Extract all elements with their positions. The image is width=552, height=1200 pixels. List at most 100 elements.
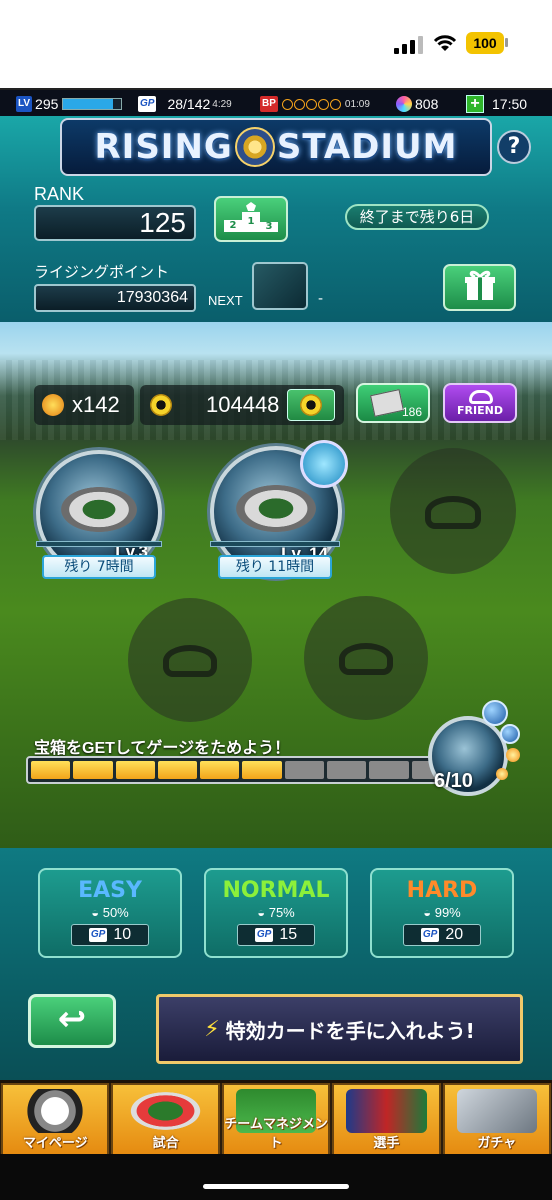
stadium-icon — [236, 484, 316, 532]
treasure-gauge-text: 宝箱をGETしてゲージをためよう！ — [34, 740, 291, 757]
bp-badge: BP — [260, 96, 278, 112]
gp-badge: GP — [138, 96, 157, 112]
card-count: 186 — [401, 405, 422, 419]
stadium-outline-icon — [469, 390, 493, 404]
medal-counter: 104448 — [140, 385, 344, 425]
difficulty-hard-button[interactable]: HARD ◒ 99% GP 20 — [370, 868, 514, 958]
battery-cap — [505, 38, 508, 47]
promo-banner[interactable]: ⚡ 特効カードを手に入れよう! — [156, 994, 523, 1064]
stadium-slot-4-empty[interactable] — [128, 598, 252, 722]
ball-count: x142 — [72, 392, 120, 417]
bp-display: BP 01:09 — [260, 94, 370, 114]
gp-badge: GP — [88, 928, 108, 942]
players-icon — [346, 1089, 427, 1133]
medal-exchange-icon — [300, 394, 323, 416]
empty-stadium-icon — [162, 645, 218, 678]
stadium-icon — [125, 1089, 206, 1133]
gauge-segment — [327, 761, 367, 779]
home-indicator[interactable] — [203, 1184, 349, 1189]
rank-label: RANK — [34, 184, 85, 204]
difficulty-easy-button[interactable]: EASY ◒ 50% GP 10 — [38, 868, 182, 958]
stadium-small-icon: ◒ — [257, 905, 269, 920]
rank-value: 125 — [34, 205, 196, 241]
medal-icon — [150, 394, 172, 416]
difficulty-rate: ◒ 99% — [372, 905, 512, 920]
bp-dot — [317, 98, 329, 110]
wifi-icon — [433, 35, 457, 51]
event-remaining-time: 終了まで残り6日 — [345, 204, 489, 230]
glow-orb-icon — [496, 768, 508, 780]
friend-button[interactable]: FRIEND — [443, 383, 517, 423]
bp-dot — [329, 98, 341, 110]
gp-timer: 4:29 — [212, 98, 232, 110]
medal-exchange-button[interactable] — [287, 389, 336, 421]
difficulty-pct: 50% — [102, 905, 129, 920]
level-progress-fill — [63, 99, 113, 109]
difficulty-gp: 15 — [279, 926, 298, 943]
back-button[interactable]: ↩ — [28, 994, 116, 1048]
gp-badge: GP — [420, 928, 440, 942]
empty-stadium-icon — [425, 495, 481, 529]
difficulty-cost: GP 10 — [71, 924, 149, 946]
difficulty-pct: 99% — [434, 905, 461, 920]
nav-mypage[interactable]: マイページ — [1, 1083, 110, 1157]
stamina-display: + 17:50 — [466, 94, 527, 114]
title-left: RISING — [94, 127, 233, 167]
title-right: STADIUM — [276, 127, 458, 167]
help-button[interactable]: ? — [497, 130, 531, 164]
gem-display: 808 — [396, 94, 438, 114]
reward-list-button[interactable] — [443, 264, 516, 311]
difficulty-cost: GP 15 — [237, 924, 315, 946]
treasure-gauge — [26, 756, 456, 784]
nav-players[interactable]: 選手 — [332, 1083, 441, 1157]
difficulty-pct: 75% — [268, 905, 295, 920]
stadium-small-icon: ◒ — [91, 905, 103, 920]
back-icon: ↩ — [57, 999, 87, 1039]
stadium-slot-5-empty[interactable] — [304, 596, 428, 720]
nav-stadium[interactable]: 試合 — [111, 1083, 220, 1157]
add-stamina-button[interactable]: + — [466, 95, 484, 113]
stadium-timer: 残り 7時間 — [42, 555, 156, 579]
difficulty-cost: GP 20 — [403, 924, 481, 946]
difficulty-normal-button[interactable]: NORMAL ◒ 75% GP 15 — [204, 868, 348, 958]
gauge-segment — [242, 761, 282, 779]
difficulty-rate: ◒ 50% — [40, 905, 180, 920]
gp-value: 28/142 — [167, 96, 211, 112]
lv-badge: LV — [16, 96, 33, 112]
gauge-segment — [31, 761, 71, 779]
gem-icon — [396, 96, 412, 112]
nav-label: ガチャ — [477, 1136, 517, 1151]
next-reward-slot[interactable] — [252, 262, 308, 310]
gp-badge: GP — [254, 928, 274, 942]
difficulty-name: EASY — [78, 878, 142, 903]
stadium-small-icon: ◒ — [423, 905, 435, 920]
bp-dot — [293, 98, 305, 110]
stadium-timer: 残り 11時間 — [218, 555, 332, 579]
nav-formation[interactable]: チームマネジメント — [221, 1083, 331, 1157]
nav-label: 試合 — [152, 1136, 179, 1151]
gauge-segment — [115, 761, 155, 779]
event-title-banner: RISING STADIUM — [60, 118, 492, 176]
nav-label: マイページ — [22, 1136, 88, 1151]
gauge-segment — [73, 761, 113, 779]
ios-home-area — [0, 1154, 552, 1200]
rising-points-label: ライジングポイント — [34, 264, 170, 281]
medal-count: 104448 — [206, 392, 280, 417]
bp-dot — [281, 98, 293, 110]
ranking-button[interactable]: 1 2 3 — [214, 196, 288, 242]
nav-gacha[interactable]: ガチャ — [442, 1083, 552, 1157]
bubble-icon — [500, 724, 520, 744]
level-progress-bar — [62, 98, 123, 110]
difficulty-rate: ◒ 75% — [206, 905, 346, 920]
rising-points-value: 17930364 — [34, 284, 196, 312]
upgrade-available-icon — [300, 440, 348, 488]
stadium-timer-bar — [36, 541, 162, 547]
difficulty-name: HARD — [406, 878, 478, 903]
card-collection-button[interactable]: 186 — [356, 383, 430, 423]
treasure-gauge-count: 6/10 — [434, 770, 473, 792]
nav-label: 選手 — [373, 1136, 400, 1151]
bp-timer: 01:09 — [344, 98, 370, 110]
emblem-icon — [234, 127, 275, 167]
next-reward-label: NEXT — [208, 293, 243, 308]
stadium-slot-3-empty[interactable] — [390, 448, 516, 574]
